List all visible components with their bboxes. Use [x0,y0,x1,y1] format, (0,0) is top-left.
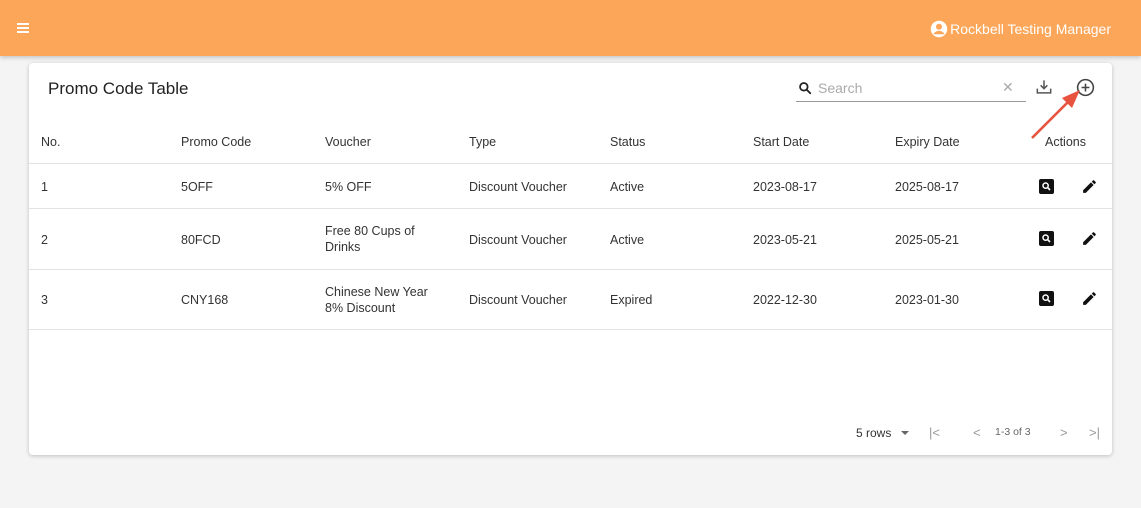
pencil-edit-icon[interactable] [1081,178,1098,195]
first-page-icon[interactable]: |< [929,425,940,440]
page-title: Promo Code Table [48,79,189,98]
table-header: No. Promo Code Voucher Type Status Start… [29,121,1112,164]
column-header-voucher[interactable]: Voucher [325,134,435,150]
column-header-actions: Actions [1045,135,1086,149]
cell-no: 2 [41,233,48,247]
cell-start-date: 2023-08-17 [753,180,817,194]
table-row: 1 5OFF 5% OFF Discount Voucher Active 20… [29,164,1112,209]
search-input[interactable] [818,78,988,98]
column-header-no[interactable]: No. [41,134,60,150]
chevron-down-icon[interactable] [901,431,909,435]
cell-expiry-date: 2025-05-21 [895,233,959,247]
view-button[interactable] [1039,291,1054,306]
cell-type: Discount Voucher [469,233,567,247]
cell-status: Expired [610,293,653,307]
cell-promo-code: CNY168 [181,293,229,307]
app-header: Rockbell Testing Manager [0,0,1141,56]
view-button[interactable] [1039,231,1054,246]
view-search-icon [1042,294,1051,303]
search-field: ✕ [796,75,1026,102]
cell-status: Active [610,233,645,247]
column-header-type[interactable]: Type [469,134,496,150]
column-header-start-date[interactable]: Start Date [753,134,809,150]
table-row: 2 80FCD Free 80 Cups of Drinks Discount … [29,209,1112,270]
cell-promo-code: 5OFF [181,180,213,194]
pagination: 5 rows |< < 1-3 of 3 > >| [29,423,1112,443]
cell-status: Active [610,180,645,194]
cell-voucher: 5% OFF [325,180,372,194]
column-header-status[interactable]: Status [610,134,645,150]
download-icon[interactable] [1034,77,1054,97]
page-range: 1-3 of 3 [995,426,1031,438]
user-name: Rockbell Testing Manager [950,21,1111,37]
add-circle-icon[interactable] [1075,77,1096,98]
cell-type: Discount Voucher [469,180,567,194]
cell-start-date: 2022-12-30 [753,293,817,307]
previous-page-icon[interactable]: < [973,425,981,440]
pencil-edit-icon[interactable] [1081,290,1098,307]
search-icon [799,82,812,95]
cell-expiry-date: 2025-08-17 [895,180,959,194]
cell-voucher: Free 80 Cups of Drinks [325,224,415,254]
rows-per-page-select[interactable]: 5 rows [856,426,891,440]
cell-start-date: 2023-05-21 [753,233,817,247]
table-row: 3 CNY168 Chinese New Year 8% Discount Di… [29,270,1112,330]
cell-no: 1 [41,180,48,194]
cell-no: 3 [41,293,48,307]
hamburger-menu-icon[interactable] [14,18,36,38]
cell-expiry-date: 2023-01-30 [895,293,959,307]
view-search-icon [1042,182,1051,191]
user-menu[interactable]: Rockbell Testing Manager [930,19,1111,39]
view-search-icon [1042,234,1051,243]
column-header-expiry-date[interactable]: Expiry Date [895,134,960,150]
view-button[interactable] [1039,179,1054,194]
cell-promo-code: 80FCD [181,233,221,247]
close-icon[interactable]: ✕ [1002,79,1014,96]
last-page-icon[interactable]: >| [1089,425,1100,440]
cell-type: Discount Voucher [469,293,567,307]
account-circle-icon [930,20,948,38]
promo-code-table-card: Promo Code Table ✕ No. Promo Code Vouche… [29,63,1112,455]
next-page-icon[interactable]: > [1060,425,1068,440]
column-header-promo-code[interactable]: Promo Code [181,134,251,150]
pencil-edit-icon[interactable] [1081,230,1098,247]
cell-voucher: Chinese New Year 8% Discount [325,285,428,315]
